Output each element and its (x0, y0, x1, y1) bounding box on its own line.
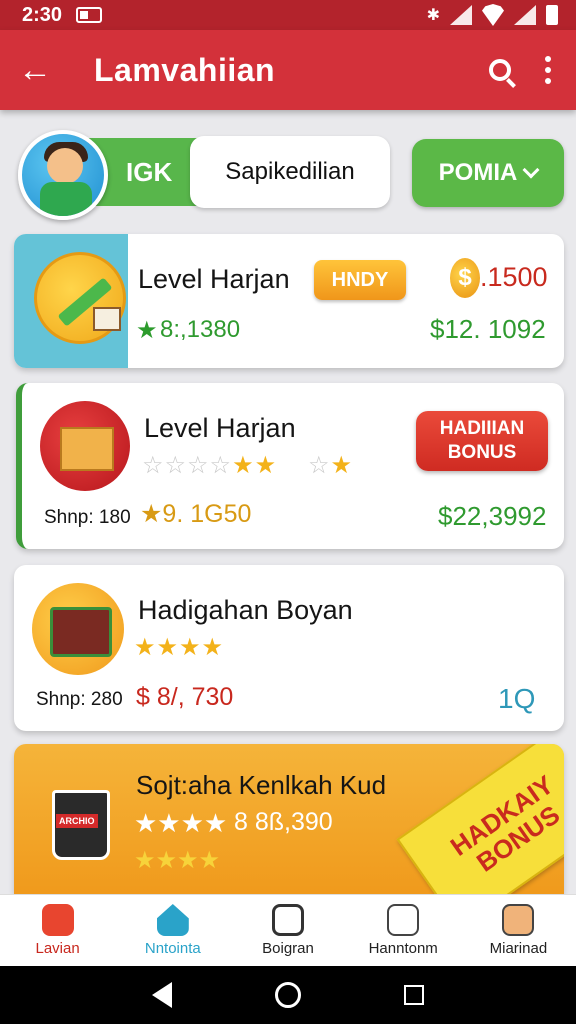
nav-item-boigran[interactable]: Boigran (230, 895, 345, 966)
nav-label: Lavian (35, 940, 80, 957)
coin-icon: $ (450, 258, 480, 298)
rating-stars-secondary: ☆★ (308, 452, 354, 479)
toy-icon (32, 583, 124, 675)
item-title: Sojt:aha Kenlkah Kud (136, 770, 387, 800)
list-item[interactable]: Level Harjan ☆☆☆☆★★ ☆★ HADIIIAN BONUS Sh… (16, 383, 564, 549)
nav-item-hanntonm[interactable]: Hanntonm (346, 895, 461, 966)
list-item-featured[interactable]: Sojt:aha Kenlkah Kud ★★★★ 8 8ß,390 ★★★★ … (14, 744, 564, 894)
rating-stars: ★★★★ (134, 808, 228, 838)
nav-label: Boigran (262, 940, 314, 957)
avatar[interactable] (18, 130, 108, 220)
status-bar: 2:30 ✱ (0, 0, 576, 30)
bonus-button[interactable]: HADIIIAN BONUS (416, 411, 548, 471)
item-stat: $ 8/, 730 (136, 683, 234, 711)
cell-signal-icon (514, 5, 536, 25)
bottom-navigation: Lavian Nntointa Boigran Hanntonm Miarina… (0, 894, 576, 966)
page-title: Lamvahiian (94, 51, 276, 88)
mug-icon (34, 762, 134, 872)
bonus-ribbon: HADKAIY BONUS (396, 744, 564, 894)
item-shnp: Shnp: 280 (36, 689, 123, 710)
bear-icon (387, 904, 420, 936)
toggle-right-segment[interactable]: Sapikedilian (190, 136, 390, 208)
nav-label: Hanntonm (368, 940, 438, 957)
rating-stars-secondary: ★★★★ (134, 847, 221, 874)
system-home-icon[interactable] (274, 982, 301, 1008)
notification-icon (76, 7, 103, 23)
system-recents-icon[interactable] (404, 985, 425, 1005)
system-back-icon[interactable] (151, 982, 172, 1008)
star-icon: ★ (136, 317, 158, 344)
item-title: Hadigahan Boyan (138, 595, 353, 625)
dropdown-label: POMIA (438, 159, 518, 186)
item-stat: 8:,1380 (160, 316, 241, 343)
more-vert-icon[interactable] (528, 40, 568, 100)
rating-stars: ☆☆☆☆★★ (142, 452, 278, 479)
item-amount: $22,3992 (438, 501, 547, 531)
item-amount: $12. 1092 (430, 314, 546, 344)
nav-label: Miarinad (489, 940, 548, 957)
app-bar: ← Lamvahiian (0, 30, 576, 110)
search-icon[interactable] (472, 40, 528, 100)
bonus-button-line1: HADIIIAN (439, 418, 525, 439)
profile-toggle: IGK Sapikedilian (18, 130, 392, 220)
status-icons: ✱ (427, 4, 558, 26)
document-icon (272, 904, 304, 936)
list-item[interactable]: Hadigahan Boyan ★★★★ Shnp: 280 $ 8/, 730… (14, 565, 564, 731)
item-title: Level Harjan (144, 413, 296, 443)
battery-icon (546, 5, 558, 25)
pencil-icon (34, 252, 126, 344)
nav-label: Nntointa (144, 940, 201, 957)
rating-stars: ★★★★ (134, 634, 225, 661)
back-arrow-icon[interactable]: ← (0, 30, 70, 110)
star-icon: ★ (140, 500, 163, 528)
item-amount: 1Q (498, 683, 536, 714)
item-shnp: Shnp: 180 (44, 507, 131, 528)
game-icon (41, 904, 74, 936)
system-navigation-bar (0, 966, 576, 1024)
nav-item-nntointa[interactable]: Nntointa (115, 895, 230, 966)
signal-icon (450, 5, 472, 25)
item-stat: ★9. 1G50 (140, 499, 251, 529)
list-item[interactable]: Level Harjan HNDY $ .1500 ★ 8:,1380 $12.… (14, 234, 564, 368)
item-stat-value: 9. 1G50 (162, 500, 252, 528)
handy-tag: HNDY (314, 260, 406, 300)
status-time: 2:30 (22, 3, 63, 26)
chevron-down-icon (522, 161, 540, 179)
person-icon (502, 904, 535, 936)
filter-dropdown[interactable]: POMIA (412, 139, 564, 207)
house-icon (156, 904, 189, 936)
item-price: .1500 (480, 262, 548, 292)
item-stat: 8 8ß,390 (234, 808, 333, 836)
wifi-icon (482, 4, 504, 26)
nav-item-lavian[interactable]: Lavian (0, 895, 115, 966)
item-title: Level Harjan (138, 264, 290, 294)
gift-box-icon (40, 401, 130, 491)
bluetooth-icon: ✱ (426, 7, 440, 24)
nav-item-miarinad[interactable]: Miarinad (461, 895, 576, 966)
bonus-button-line2: BONUS (447, 442, 517, 463)
